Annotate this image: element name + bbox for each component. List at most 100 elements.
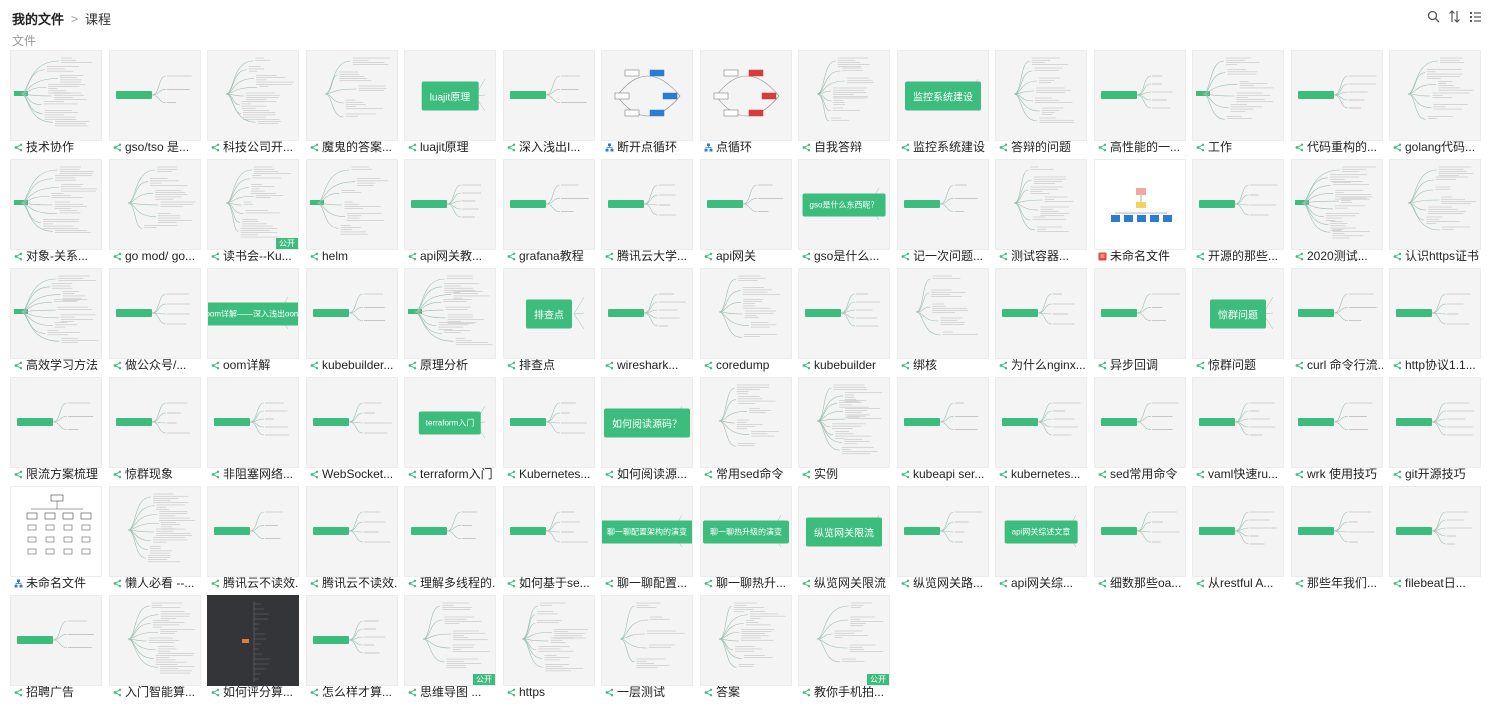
file-card[interactable]: 高效学习方法 — [10, 268, 102, 372]
file-thumbnail[interactable] — [10, 377, 102, 468]
file-thumbnail[interactable] — [306, 377, 398, 468]
file-thumbnail[interactable] — [503, 159, 595, 250]
file-card[interactable]: 懒人必看 --... — [109, 486, 201, 590]
file-card[interactable]: 监控系统建设 监控系统建设 — [897, 50, 989, 154]
file-thumbnail[interactable] — [306, 50, 398, 141]
file-label[interactable]: 答辩的问题 — [999, 141, 1087, 154]
file-thumbnail[interactable] — [995, 377, 1087, 468]
file-thumbnail[interactable] — [897, 486, 989, 577]
file-card[interactable]: 绑核 — [897, 268, 989, 372]
file-card[interactable]: terraform入门 terraform入门 — [404, 377, 496, 481]
file-thumbnail[interactable]: 排查点 — [503, 268, 595, 359]
file-thumbnail[interactable] — [601, 50, 693, 141]
file-thumbnail[interactable] — [10, 159, 102, 250]
file-thumbnail[interactable] — [1291, 377, 1383, 468]
file-label[interactable]: 认识https证书 — [1393, 250, 1481, 263]
file-card[interactable]: 从restful A... — [1192, 486, 1284, 590]
file-label[interactable]: 答案 — [704, 686, 792, 699]
file-card[interactable]: kubeapi ser... — [897, 377, 989, 481]
file-label[interactable]: 深入浅出I... — [507, 141, 595, 154]
file-card[interactable]: filebeat日... — [1389, 486, 1481, 590]
file-thumbnail[interactable]: 聊一聊热升级的演变 — [700, 486, 792, 577]
file-label[interactable]: 怎么样才算... — [310, 686, 398, 699]
file-thumbnail[interactable] — [798, 50, 890, 141]
file-card[interactable]: 招聘广告 — [10, 595, 102, 699]
file-label[interactable]: 原理分析 — [408, 359, 496, 372]
file-thumbnail[interactable] — [995, 159, 1087, 250]
file-thumbnail[interactable] — [306, 595, 398, 686]
file-label[interactable]: gso是什么... — [802, 250, 890, 263]
file-label[interactable]: WebSocket... — [310, 468, 398, 481]
file-thumbnail[interactable] — [995, 50, 1087, 141]
file-label[interactable]: oom详解 — [211, 359, 299, 372]
file-thumbnail[interactable] — [897, 159, 989, 250]
file-label[interactable]: 监控系统建设 — [901, 141, 989, 154]
file-card[interactable]: 细数那些oa... — [1094, 486, 1186, 590]
file-thumbnail[interactable] — [1094, 159, 1186, 250]
file-thumbnail[interactable] — [700, 159, 792, 250]
file-card[interactable]: 理解多线程的... — [404, 486, 496, 590]
file-card[interactable]: 开源的那些... — [1192, 159, 1284, 263]
file-card[interactable]: 原理分析 — [404, 268, 496, 372]
file-label[interactable]: 测试容器... — [999, 250, 1087, 263]
file-thumbnail[interactable] — [10, 486, 102, 577]
file-thumbnail[interactable] — [1389, 50, 1481, 141]
file-thumbnail[interactable] — [601, 595, 693, 686]
file-card[interactable]: 惊群问题 惊群问题 — [1192, 268, 1284, 372]
file-thumbnail[interactable] — [109, 595, 201, 686]
file-label[interactable]: 非阻塞网络... — [211, 468, 299, 481]
file-label[interactable]: 工作 — [1196, 141, 1284, 154]
file-label[interactable]: go mod/ go... — [113, 250, 201, 263]
file-thumbnail[interactable] — [404, 159, 496, 250]
file-label[interactable]: 记一次问题... — [901, 250, 989, 263]
file-label[interactable]: http协议1.1... — [1393, 359, 1481, 372]
file-thumbnail[interactable]: api网关综述文章 — [995, 486, 1087, 577]
file-card[interactable]: 腾讯云大学... — [601, 159, 693, 263]
file-label[interactable]: 思维导图 ... — [408, 686, 496, 699]
file-thumbnail[interactable] — [1389, 377, 1481, 468]
list-view-icon[interactable] — [1469, 10, 1482, 23]
breadcrumb-root[interactable]: 我的文件 — [12, 9, 64, 28]
file-card[interactable]: api网关 — [700, 159, 792, 263]
file-thumbnail[interactable]: 惊群问题 — [1192, 268, 1284, 359]
file-label[interactable]: curl 命令行流... — [1295, 359, 1383, 372]
file-card[interactable]: 如何基于se... — [503, 486, 595, 590]
file-card[interactable]: 技术协作 — [10, 50, 102, 154]
file-label[interactable]: 纵览网关限流 — [802, 577, 890, 590]
file-thumbnail[interactable] — [109, 159, 201, 250]
file-thumbnail[interactable] — [897, 377, 989, 468]
file-thumbnail[interactable]: 聊一聊配置架构的演变 — [601, 486, 693, 577]
file-label[interactable]: 实例 — [802, 468, 890, 481]
file-thumbnail[interactable] — [1192, 486, 1284, 577]
file-thumbnail[interactable]: oom详解——深入浅出oom — [207, 268, 299, 359]
file-thumbnail[interactable] — [700, 377, 792, 468]
file-label[interactable]: 科技公司开... — [211, 141, 299, 154]
file-label[interactable]: wrk 使用技巧 — [1295, 468, 1383, 481]
file-label[interactable]: 未命名文件 — [1098, 250, 1186, 263]
file-thumbnail[interactable]: 纵览网关限流 — [798, 486, 890, 577]
file-label[interactable]: terraform入门 — [408, 468, 496, 481]
file-thumbnail[interactable] — [10, 50, 102, 141]
file-card[interactable]: 工作 — [1192, 50, 1284, 154]
file-label[interactable]: 腾讯云大学... — [605, 250, 693, 263]
file-label[interactable]: 那些年我们... — [1295, 577, 1383, 590]
file-label[interactable]: 2020测试... — [1295, 250, 1383, 263]
file-card[interactable]: 公开 读书会--Ku... — [207, 159, 299, 263]
file-label[interactable]: 读书会--Ku... — [211, 250, 299, 263]
file-label[interactable]: 限流方案梳理 — [14, 468, 102, 481]
file-label[interactable]: 招聘广告 — [14, 686, 102, 699]
file-thumbnail[interactable] — [207, 486, 299, 577]
file-thumbnail[interactable] — [1291, 159, 1383, 250]
file-label[interactable]: 从restful A... — [1196, 577, 1284, 590]
file-label[interactable]: 惊群问题 — [1196, 359, 1284, 372]
file-card[interactable]: 入门智能算... — [109, 595, 201, 699]
file-label[interactable]: 做公众号/... — [113, 359, 201, 372]
file-label[interactable]: 对象-关系... — [14, 250, 102, 263]
file-label[interactable]: 理解多线程的... — [408, 577, 496, 590]
file-card[interactable]: 公开 教你手机拍... — [798, 595, 890, 699]
file-thumbnail[interactable] — [207, 377, 299, 468]
file-card[interactable]: 一层测试 — [601, 595, 693, 699]
file-card[interactable]: wireshark... — [601, 268, 693, 372]
file-thumbnail[interactable] — [1094, 50, 1186, 141]
file-label[interactable]: 如何评分算... — [211, 686, 299, 699]
